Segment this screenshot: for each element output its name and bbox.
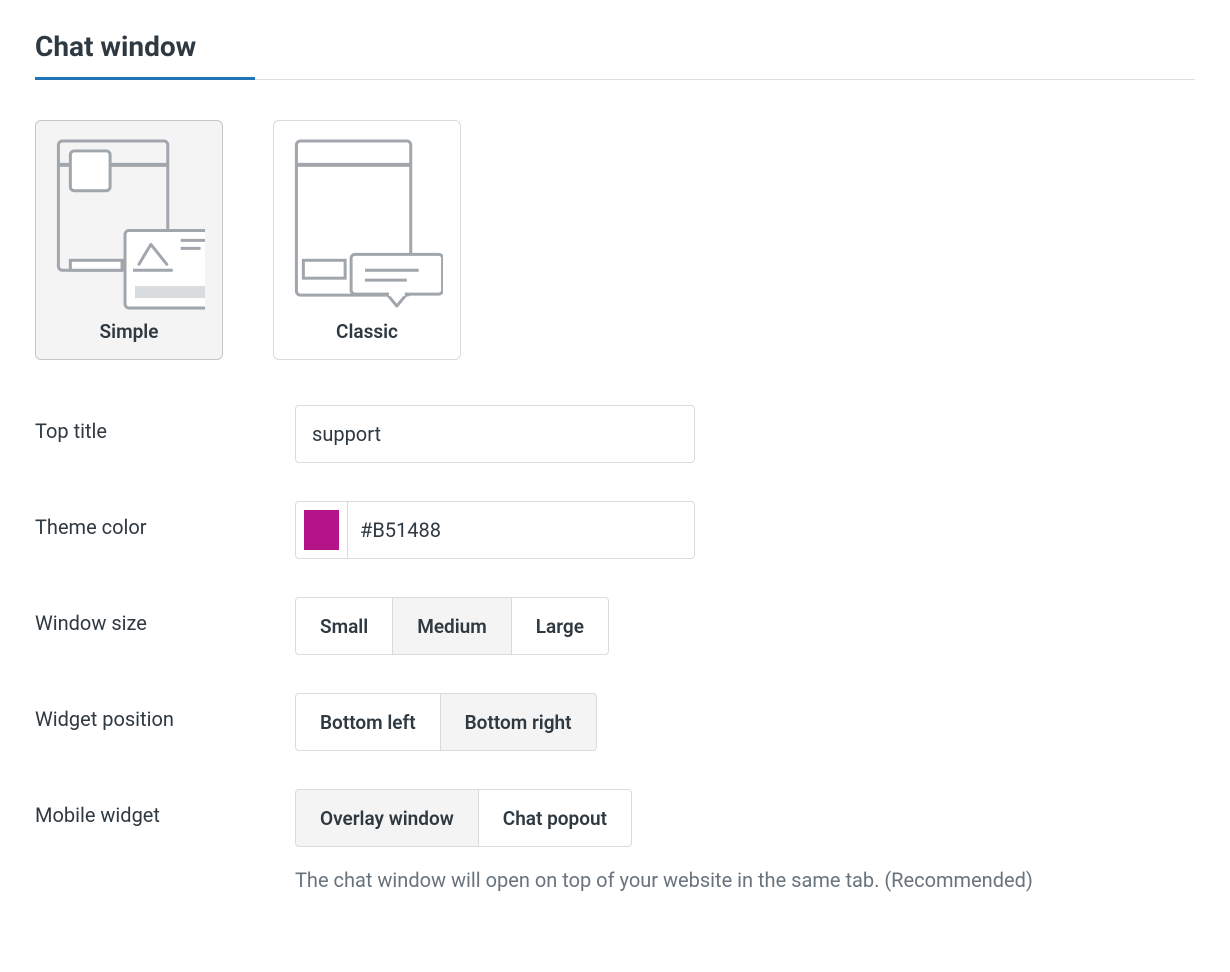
form-row-theme-color: Theme color <box>35 501 1195 559</box>
mobile-widget-overlay-button[interactable]: Overlay window <box>295 789 479 847</box>
label-window-size: Window size <box>35 597 295 635</box>
mobile-widget-description: The chat window will open on top of your… <box>295 865 1055 896</box>
tab-underline <box>35 77 1195 80</box>
widget-position-bottom-right-button[interactable]: Bottom right <box>440 693 597 751</box>
section-title: Chat window <box>35 30 1195 77</box>
label-top-title: Top title <box>35 405 295 443</box>
mobile-widget-popout-button[interactable]: Chat popout <box>478 789 632 847</box>
theme-color-input-wrap <box>295 501 695 559</box>
label-widget-position: Widget position <box>35 693 295 731</box>
window-size-small-button[interactable]: Small <box>295 597 393 655</box>
form-row-mobile-widget: Mobile widget Overlay window Chat popout… <box>35 789 1195 896</box>
mobile-widget-group: Overlay window Chat popout <box>295 789 632 847</box>
theme-color-swatch-box[interactable] <box>296 502 348 558</box>
simple-design-icon <box>53 139 205 310</box>
label-theme-color: Theme color <box>35 501 295 539</box>
window-size-large-button[interactable]: Large <box>511 597 609 655</box>
widget-position-group: Bottom left Bottom right <box>295 693 597 751</box>
theme-color-input[interactable] <box>348 502 694 558</box>
theme-color-swatch <box>304 510 339 550</box>
design-card-classic-label: Classic <box>336 320 398 343</box>
tab-active-indicator <box>35 77 255 80</box>
design-card-row: Simple Classic <box>35 120 1195 360</box>
form-row-top-title: Top title <box>35 405 1195 463</box>
widget-position-bottom-left-button[interactable]: Bottom left <box>295 693 441 751</box>
design-card-classic[interactable]: Classic <box>273 120 461 360</box>
design-card-simple[interactable]: Simple <box>35 120 223 360</box>
top-title-input[interactable] <box>295 405 695 463</box>
label-mobile-widget: Mobile widget <box>35 789 295 827</box>
classic-design-icon <box>291 139 443 310</box>
window-size-group: Small Medium Large <box>295 597 609 655</box>
form-row-window-size: Window size Small Medium Large <box>35 597 1195 655</box>
form-row-widget-position: Widget position Bottom left Bottom right <box>35 693 1195 751</box>
design-card-simple-label: Simple <box>100 320 159 343</box>
window-size-medium-button[interactable]: Medium <box>392 597 512 655</box>
